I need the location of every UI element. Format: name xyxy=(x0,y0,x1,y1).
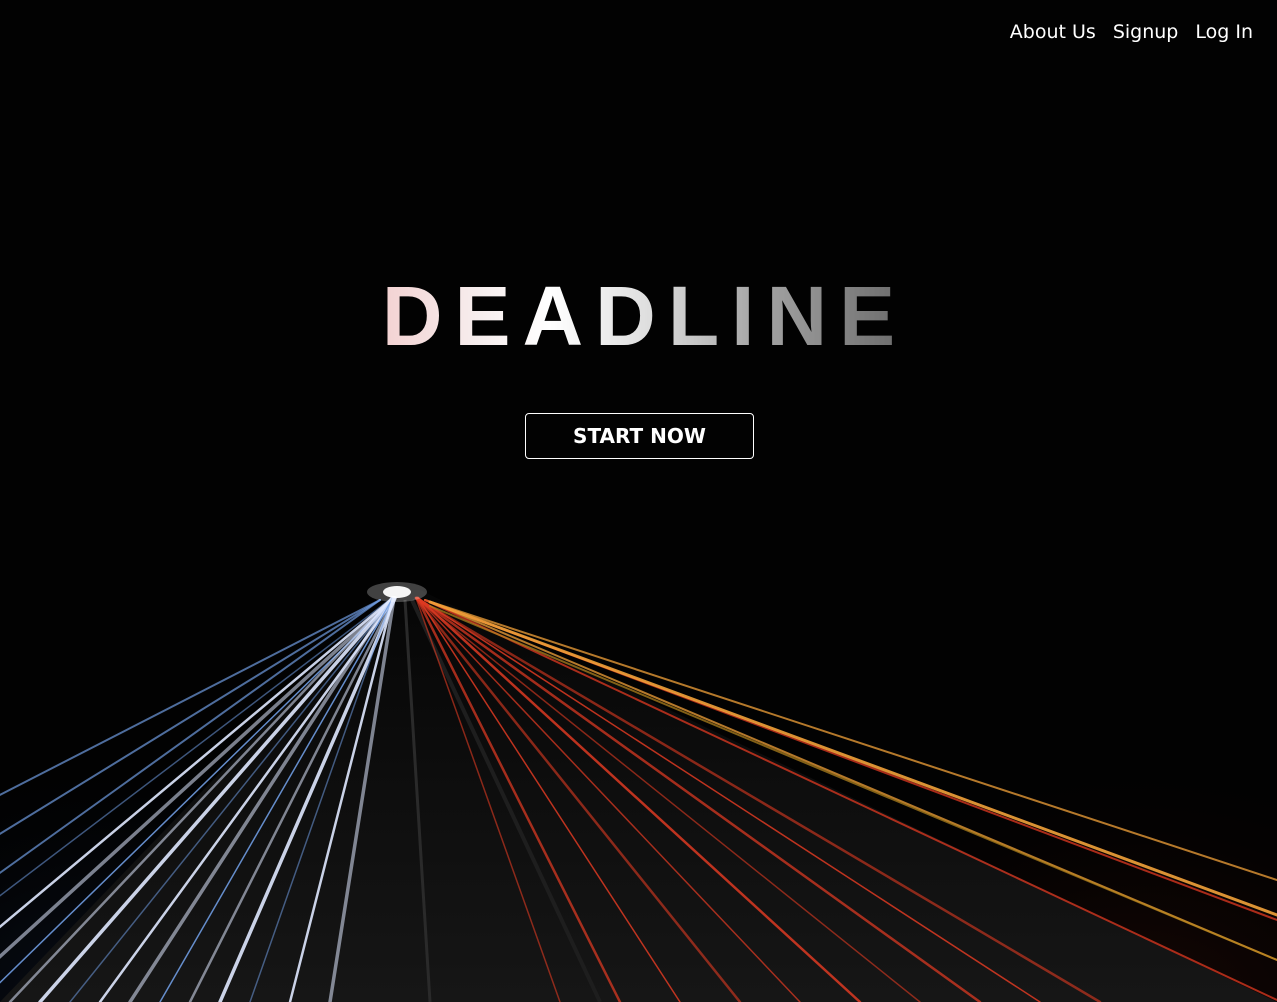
nav-signup-link[interactable]: Signup xyxy=(1113,20,1179,44)
top-navigation: About Us Signup Log In xyxy=(1010,20,1253,44)
hero-title: DEADLINE xyxy=(0,268,1277,364)
landing-page: About Us Signup Log In DEADLINE START NO… xyxy=(0,0,1277,1002)
start-now-button[interactable]: START NOW xyxy=(525,413,754,459)
nav-login-link[interactable]: Log In xyxy=(1195,20,1253,44)
highway-light-trails-background xyxy=(0,0,1277,1002)
nav-about-us-link[interactable]: About Us xyxy=(1010,20,1096,44)
hero-title-text: DEADLINE xyxy=(381,269,908,363)
